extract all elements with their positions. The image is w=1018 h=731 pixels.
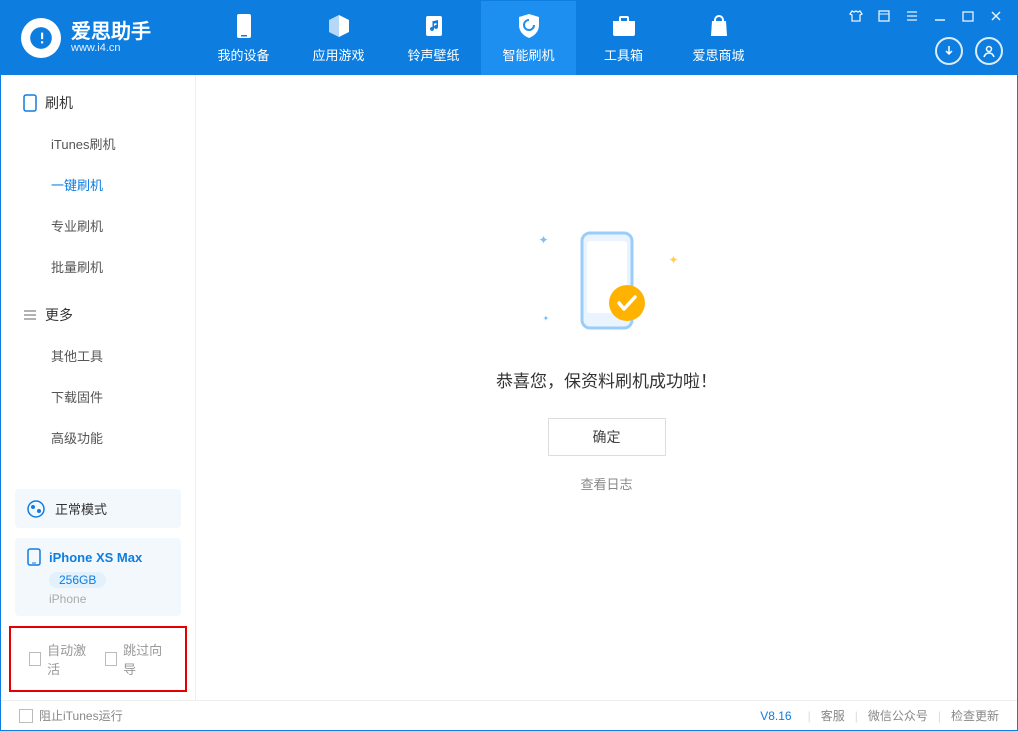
shirt-icon[interactable] <box>849 9 863 26</box>
version-label: V8.16 <box>760 709 791 723</box>
block-itunes-checkbox[interactable]: 阻止iTunes运行 <box>19 707 123 724</box>
success-illustration: ✦ ✦ ✦ <box>547 223 667 343</box>
checkbox-icon <box>19 709 33 723</box>
download-button[interactable] <box>935 37 963 65</box>
device-card[interactable]: iPhone XS Max 256GB iPhone <box>15 538 181 616</box>
logo-icon <box>21 18 61 58</box>
tab-apps-games[interactable]: 应用游戏 <box>291 1 386 75</box>
sidebar-item-download-firmware[interactable]: 下载固件 <box>1 376 195 417</box>
phone-icon <box>27 548 41 566</box>
maximize-icon[interactable] <box>961 9 975 26</box>
menu-lines-icon <box>23 308 37 322</box>
device-type: iPhone <box>49 592 169 606</box>
sidebar-item-itunes-flash[interactable]: iTunes刷机 <box>1 123 195 164</box>
user-controls <box>935 37 1003 75</box>
tab-label: 铃声壁纸 <box>407 45 459 64</box>
app-header: 爱思助手 www.i4.cn 我的设备 应用游戏 铃声壁纸 智能刷机 工具箱 爱… <box>1 1 1017 75</box>
auto-activate-checkbox[interactable]: 自动激活 <box>29 640 91 678</box>
app-subtitle: www.i4.cn <box>71 42 151 54</box>
footer-link-wechat[interactable]: 微信公众号 <box>868 707 928 724</box>
storage-badge: 256GB <box>49 572 106 588</box>
shield-icon <box>517 13 541 39</box>
toolbox-icon <box>611 13 637 39</box>
sidebar-section-flash: 刷机 <box>1 75 195 123</box>
cube-icon <box>326 13 352 39</box>
device-icon <box>234 13 254 39</box>
tab-label: 爱思商城 <box>692 45 744 64</box>
status-icon <box>27 500 45 518</box>
sidebar-item-other-tools[interactable]: 其他工具 <box>1 335 195 376</box>
close-icon[interactable] <box>989 9 1003 26</box>
header-right <box>849 1 1003 75</box>
user-button[interactable] <box>975 37 1003 65</box>
list-icon[interactable] <box>905 9 919 26</box>
footer-right: V8.16 | 客服 | 微信公众号 | 检查更新 <box>760 707 999 724</box>
section-title: 刷机 <box>45 93 73 113</box>
tab-my-device[interactable]: 我的设备 <box>196 1 291 75</box>
status-card[interactable]: 正常模式 <box>15 489 181 528</box>
tab-store[interactable]: 爱思商城 <box>671 1 766 75</box>
tab-label: 智能刷机 <box>502 45 554 64</box>
minimize-icon[interactable] <box>933 9 947 26</box>
sidebar: 刷机 iTunes刷机 一键刷机 专业刷机 批量刷机 更多 其他工具 下载固件 … <box>1 75 196 700</box>
sidebar-item-onekey-flash[interactable]: 一键刷机 <box>1 164 195 205</box>
tab-label: 工具箱 <box>604 45 643 64</box>
checkbox-icon <box>105 652 117 666</box>
sidebar-section-more: 更多 <box>1 287 195 335</box>
main-content: ✦ ✦ ✦ 恭喜您，保资料刷机成功啦！ 确定 查看日志 <box>196 75 1017 700</box>
logo-area: 爱思助手 www.i4.cn <box>1 18 196 58</box>
highlighted-checkbox-row: 自动激活 跳过向导 <box>9 626 187 692</box>
section-title: 更多 <box>45 305 73 325</box>
window-controls <box>849 1 1003 26</box>
view-log-link[interactable]: 查看日志 <box>580 474 632 493</box>
phone-outline-icon <box>23 94 37 112</box>
menu-icon[interactable] <box>877 9 891 26</box>
bag-icon <box>707 13 731 39</box>
status-text: 正常模式 <box>55 499 107 518</box>
device-name: iPhone XS Max <box>27 548 169 566</box>
tab-label: 应用游戏 <box>312 45 364 64</box>
sidebar-bottom: 正常模式 iPhone XS Max 256GB iPhone 自动激活 跳过向… <box>1 479 195 700</box>
sidebar-item-pro-flash[interactable]: 专业刷机 <box>1 205 195 246</box>
ok-button[interactable]: 确定 <box>548 418 666 456</box>
sidebar-item-advanced[interactable]: 高级功能 <box>1 417 195 458</box>
tab-toolbox[interactable]: 工具箱 <box>576 1 671 75</box>
tab-ringtones[interactable]: 铃声壁纸 <box>386 1 481 75</box>
app-title: 爱思助手 <box>71 22 151 42</box>
skip-guide-checkbox[interactable]: 跳过向导 <box>105 640 167 678</box>
tab-smart-flash[interactable]: 智能刷机 <box>481 1 576 75</box>
footer-link-update[interactable]: 检查更新 <box>951 707 999 724</box>
sidebar-item-batch-flash[interactable]: 批量刷机 <box>1 246 195 287</box>
success-message: 恭喜您，保资料刷机成功啦！ <box>496 367 717 392</box>
body-area: 刷机 iTunes刷机 一键刷机 专业刷机 批量刷机 更多 其他工具 下载固件 … <box>1 75 1017 700</box>
checkbox-icon <box>29 652 41 666</box>
footer-link-support[interactable]: 客服 <box>821 707 845 724</box>
main-tabs: 我的设备 应用游戏 铃声壁纸 智能刷机 工具箱 爱思商城 <box>196 1 766 75</box>
tab-label: 我的设备 <box>217 45 269 64</box>
footer: 阻止iTunes运行 V8.16 | 客服 | 微信公众号 | 检查更新 <box>1 700 1017 730</box>
music-icon <box>422 13 446 39</box>
logo-text: 爱思助手 www.i4.cn <box>71 22 151 54</box>
